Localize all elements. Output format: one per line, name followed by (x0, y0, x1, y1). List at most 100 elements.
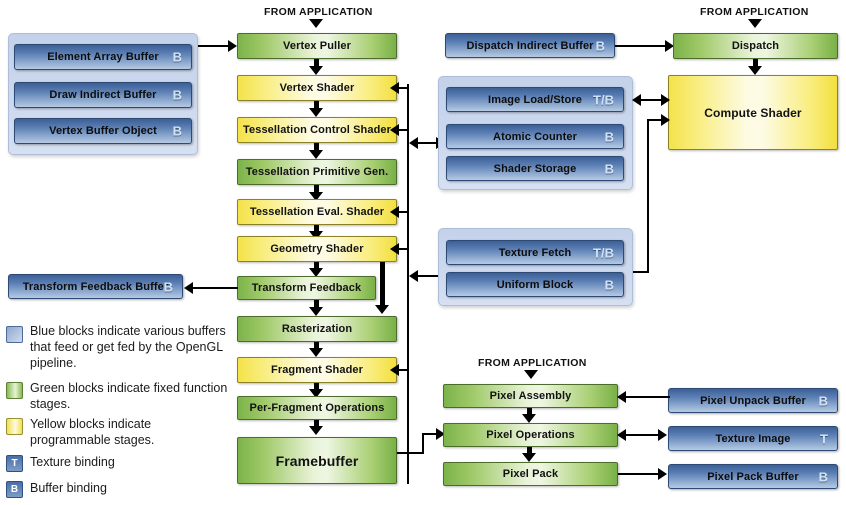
stage-label: Compute Shader (704, 105, 802, 120)
buffer-uniform-block[interactable]: Uniform Block B (446, 272, 624, 297)
buffer-label: Texture Image (715, 432, 791, 445)
buffer-label: Texture Fetch (498, 246, 572, 259)
buffer-binding-badge: B (172, 87, 182, 103)
stage-framebuffer[interactable]: Framebuffer (237, 437, 397, 484)
buffer-label: Atomic Counter (493, 130, 577, 143)
stage-label: Tessellation Primitive Gen. (245, 166, 389, 178)
buffer-binding-badge: B (163, 279, 173, 294)
opengl-pipeline-diagram: FROM APPLICATION FROM APPLICATION FROM A… (0, 0, 846, 505)
legend-texture-tag: T (6, 455, 23, 472)
stage-label: Fragment Shader (271, 364, 363, 376)
buffer-label: Vertex Buffer Object (49, 125, 157, 137)
line-fb-right (397, 452, 424, 454)
stage-label: Vertex Puller (283, 40, 351, 52)
arrowhead-rast-fs (309, 348, 323, 357)
buffer-texture-fetch[interactable]: Texture Fetch T/B (446, 240, 624, 265)
stage-pixel-pack[interactable]: Pixel Pack (443, 462, 618, 486)
line-resources-compute-horizontal (631, 271, 649, 273)
arrowhead-gs-bypass-to-rasterization (375, 305, 389, 314)
arrowhead-tcs-tpg (309, 150, 323, 159)
buffer-texture-image[interactable]: Texture Image T (668, 426, 838, 451)
arrowhead-bus-from-storage-group (409, 137, 418, 149)
legend-text-yellow: Yellow blocks indicate programmable stag… (30, 417, 155, 447)
arrowhead-pixelpack-to-packbuffer (658, 468, 667, 480)
arrowhead-texture-to-pixelops (617, 429, 626, 441)
buffer-label: Draw Indirect Buffer (49, 89, 157, 101)
arrowhead-pa-po (522, 414, 536, 423)
stage-geometry-shader[interactable]: Geometry Shader (237, 236, 397, 262)
buffer-atomic-counter[interactable]: Atomic Counter B (446, 124, 624, 149)
stage-label: Geometry Shader (270, 243, 364, 255)
arrowhead-buffers-to-vertex-puller (228, 40, 237, 52)
buffer-transform-feedback-buffer[interactable]: Transform Feedback Buffer B (8, 274, 183, 299)
buffer-binding-badge: T/B (593, 92, 614, 107)
arrowhead-tf-to-tfbuffer (184, 282, 193, 294)
line-resources-compute-vertical (647, 120, 649, 272)
line-gs-bypass-vertical (380, 262, 385, 308)
arrowhead-into-pixel-assembly (524, 370, 538, 379)
buffer-binding-badge: T (820, 431, 828, 446)
buffer-label: Shader Storage (493, 162, 577, 175)
line-shader-resources-to-bus (416, 275, 440, 277)
buffer-vertex-buffer-object[interactable]: Vertex Buffer Object B (14, 118, 192, 144)
buffer-label: Pixel Pack Buffer (707, 470, 799, 483)
stage-dispatch[interactable]: Dispatch (673, 33, 838, 59)
buffer-pixel-pack-buffer[interactable]: Pixel Pack Buffer B (668, 464, 838, 489)
buffer-pixel-unpack-buffer[interactable]: Pixel Unpack Buffer B (668, 388, 838, 413)
line-tf-to-tfbuffer (191, 287, 238, 289)
arrowhead-bus-to-geometry-shader (390, 243, 399, 255)
stage-label: Dispatch (731, 40, 780, 52)
legend-yellow-swatch (6, 418, 23, 435)
stage-label: Tessellation Eval. Shader (249, 206, 385, 218)
buffer-binding-badge: B (604, 129, 614, 144)
buffer-draw-indirect-buffer[interactable]: Draw Indirect Buffer B (14, 82, 192, 108)
buffer-element-array-buffer[interactable]: Element Array Buffer B (14, 44, 192, 70)
stage-fragment-shader[interactable]: Fragment Shader (237, 357, 397, 383)
legend-text-green: Green blocks indicate fixed function sta… (30, 381, 228, 411)
buffer-dispatch-indirect-buffer[interactable]: Dispatch Indirect Buffer B (445, 33, 615, 58)
stage-label: Pixel Pack (502, 468, 559, 480)
stage-vertex-shader[interactable]: Vertex Shader (237, 75, 397, 101)
legend-text-texture-binding: Texture binding (30, 455, 115, 469)
buffer-label: Element Array Buffer (47, 51, 159, 63)
legend-text-buffer-binding: Buffer binding (30, 481, 107, 495)
arrowhead-bus-to-tcs (390, 124, 399, 136)
legend-blue-swatch (6, 326, 23, 343)
buffer-label: Uniform Block (496, 278, 574, 291)
line-buffers-to-vertex-puller (198, 45, 231, 47)
stage-pixel-operations[interactable]: Pixel Operations (443, 423, 618, 447)
stage-transform-feedback[interactable]: Transform Feedback (237, 276, 376, 300)
buffer-image-load-store[interactable]: Image Load/Store T/B (446, 87, 624, 112)
buffer-label: Pixel Unpack Buffer (700, 394, 806, 407)
arrowhead-vs-tcs (309, 108, 323, 117)
arrowhead-vp-vs (309, 66, 323, 75)
buffer-binding-badge: B (818, 393, 828, 408)
stage-rasterization[interactable]: Rasterization (237, 316, 397, 342)
arrowhead-into-vertex-puller (309, 19, 323, 28)
arrowhead-shader-resources-to-bus (409, 270, 418, 282)
stage-vertex-puller[interactable]: Vertex Puller (237, 33, 397, 59)
stage-tessellation-eval-shader[interactable]: Tessellation Eval. Shader (237, 199, 397, 225)
arrowhead-tf-rast (309, 307, 323, 316)
arrowhead-resources-to-compute (661, 114, 670, 126)
buffer-label: Image Load/Store (488, 93, 582, 106)
stage-label: Vertex Shader (279, 82, 355, 94)
stage-per-fragment-operations[interactable]: Per-Fragment Operations (237, 396, 397, 420)
stage-compute-shader[interactable]: Compute Shader (668, 75, 838, 150)
stage-tessellation-primitive-gen[interactable]: Tessellation Primitive Gen. (237, 159, 397, 185)
buffer-binding-badge: B (604, 277, 614, 292)
arrowhead-bus-to-fragment-shader (390, 364, 399, 376)
line-unpack-to-pixelassembly (625, 396, 670, 398)
arrowhead-storage-to-compute (661, 94, 670, 106)
line-fb-up (422, 434, 424, 454)
stage-label: Transform Feedback (251, 282, 362, 294)
arrowhead-bus-to-vertex-shader (390, 82, 399, 94)
stage-tessellation-control-shader[interactable]: Tessellation Control Shader (237, 117, 397, 143)
buffer-shader-storage[interactable]: Shader Storage B (446, 156, 624, 181)
stage-pixel-assembly[interactable]: Pixel Assembly (443, 384, 618, 408)
buffer-binding-badge: B (595, 38, 605, 53)
buffer-binding-badge: B (172, 49, 182, 65)
buffer-label: Dispatch Indirect Buffer (466, 39, 594, 52)
stage-label: Pixel Operations (486, 429, 575, 441)
arrowhead-bus-to-tes (390, 206, 399, 218)
